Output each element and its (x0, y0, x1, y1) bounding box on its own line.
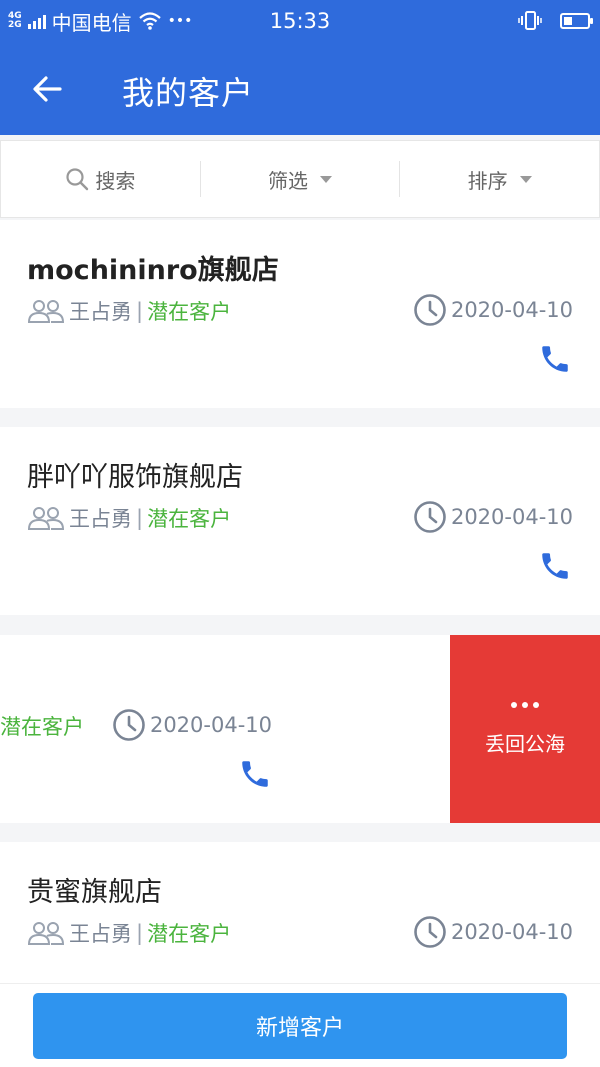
clock-icon (414, 916, 446, 948)
bottom-bar: 新增客户 (0, 983, 600, 1067)
status-time: 15:33 (269, 9, 331, 33)
phone-icon[interactable] (538, 342, 572, 376)
customer-card[interactable]: mochininro旗舰店 王占勇 | 潜在客户 2020-04-10 (0, 220, 600, 408)
status-badge: 潜在客户 (147, 507, 232, 531)
status-badge: 潜在客户 (0, 715, 84, 739)
caret-down-icon (519, 175, 532, 183)
return-to-pool-button[interactable]: 丢回公海 (450, 635, 600, 823)
create-date: 2020-04-10 (450, 298, 573, 322)
meta-separator: | (136, 921, 144, 945)
clock-icon (113, 709, 145, 741)
date-info: 2020-04-10 (413, 915, 573, 949)
filter-label: 筛选 (268, 168, 308, 193)
customer-meta: 潜在客户 (0, 711, 84, 741)
customer-name: mochininro旗舰店 (27, 255, 279, 286)
user-group-icon (27, 300, 65, 323)
date-info: 2020-04-10 (413, 500, 573, 534)
more-dots-icon (511, 701, 539, 708)
phone-icon[interactable] (538, 549, 572, 583)
clock-icon (414, 294, 446, 326)
customer-name: 胖吖吖服饰旗舰店 (27, 462, 243, 493)
clock-icon (414, 501, 446, 533)
search-label: 搜索 (95, 168, 136, 193)
page-title: 我的客户 (122, 74, 255, 112)
return-to-pool-label: 丢回公海 (485, 731, 565, 756)
phone-vibrate-icon (518, 11, 542, 30)
user-group-icon (27, 507, 65, 530)
status-right (518, 0, 593, 42)
customer-meta: 王占勇 | 潜在客户 (27, 918, 231, 948)
create-date: 2020-04-10 (149, 713, 272, 737)
search-icon (66, 168, 89, 191)
create-date: 2020-04-10 (450, 920, 573, 944)
customer-meta: 王占勇 | 潜在客户 (27, 296, 231, 326)
user-group-icon (27, 922, 65, 945)
phone-icon[interactable] (238, 757, 272, 791)
owner-name: 王占勇 (69, 922, 132, 946)
sort-dropdown[interactable]: 排序 (399, 161, 599, 197)
app-header: 我的客户 (0, 42, 600, 135)
status-badge: 潜在客户 (147, 300, 232, 324)
search-button[interactable]: 搜索 (1, 161, 200, 197)
caret-down-icon (320, 175, 332, 183)
battery-icon (560, 13, 593, 29)
meta-separator: | (136, 506, 144, 530)
back-button[interactable] (24, 66, 70, 112)
owner-name: 王占勇 (69, 300, 132, 324)
meta-separator: | (136, 299, 144, 323)
swipe-content[interactable]: 0008 潜在客户 2020-04-10 (0, 635, 450, 823)
sort-label: 排序 (467, 168, 508, 193)
customer-meta: 王占勇 | 潜在客户 (27, 503, 231, 533)
customer-card[interactable]: 胖吖吖服饰旗舰店 王占勇 | 潜在客户 2020-04-10 (0, 427, 600, 615)
filter-bar: 搜索 筛选 排序 (0, 140, 600, 218)
date-info: 2020-04-10 (112, 708, 272, 742)
status-bar: 4G 2G 中国电信 ••• 15:33 (0, 0, 600, 42)
date-info: 2020-04-10 (413, 293, 573, 327)
filter-dropdown[interactable]: 筛选 (199, 161, 400, 197)
customer-name: 贵蜜旗舰店 (27, 877, 162, 908)
customer-card-swiped[interactable]: 0008 潜在客户 2020-04-10 丢回公海 (0, 635, 600, 823)
create-date: 2020-04-10 (450, 505, 573, 529)
status-badge: 潜在客户 (147, 922, 232, 946)
add-customer-button[interactable]: 新增客户 (33, 993, 567, 1059)
arrow-left-icon (33, 76, 62, 102)
owner-name: 王占勇 (69, 507, 132, 531)
